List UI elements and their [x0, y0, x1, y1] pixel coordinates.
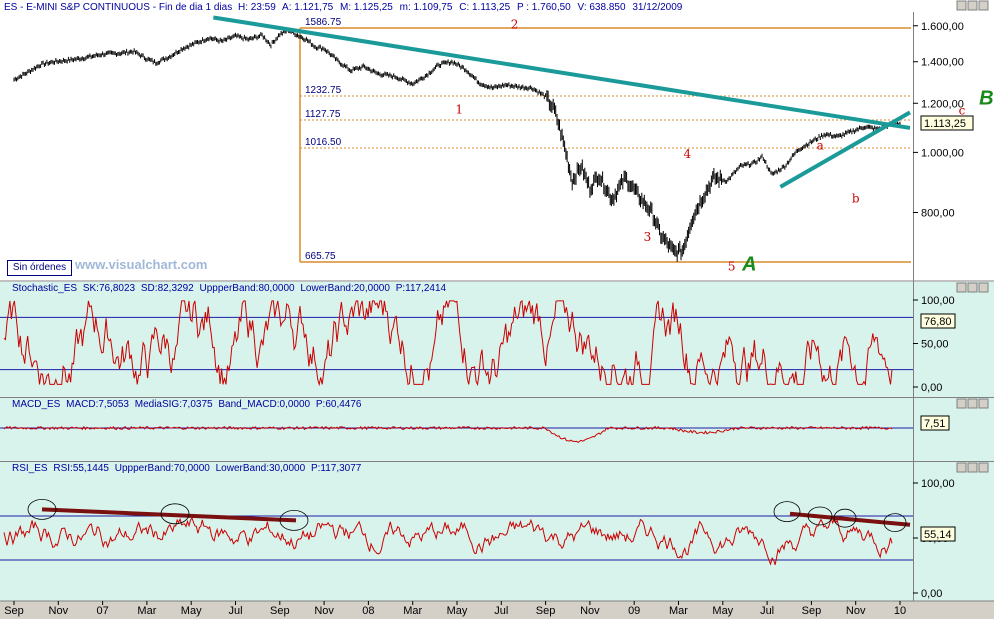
rsi-tick-label: 0,00	[921, 588, 942, 600]
time-label: May	[447, 605, 468, 617]
stoch-current-label: 76,80	[924, 316, 952, 328]
header-a: 1.121,75	[294, 2, 333, 13]
time-label: Jul	[494, 605, 508, 617]
time-label: 10	[894, 605, 906, 617]
wave-label: b	[852, 192, 860, 206]
stoch-current-tag: 76,80	[920, 313, 956, 329]
wave-label: 1	[455, 103, 463, 117]
wave-label: 2	[511, 17, 519, 31]
time-label: Sep	[802, 605, 822, 617]
time-label: Sep	[536, 605, 556, 617]
time-label: Nov	[314, 605, 334, 617]
fib-level-label: 1127.75	[305, 109, 341, 120]
time-label: 09	[628, 605, 640, 617]
price-current-tag: 1.113,25	[920, 115, 974, 131]
header-p: 1.760,50	[532, 2, 571, 13]
header-v-label: V:	[578, 2, 587, 13]
header-symbol: ES - E-MINI S&P CONTINUOUS - Fin de dia …	[4, 2, 232, 13]
time-label: Jul	[228, 605, 242, 617]
header-c: 1.113,25	[472, 2, 511, 13]
time-label: Sep	[4, 605, 24, 617]
time-label: Sep	[270, 605, 290, 617]
fib-level-label: 1016.50	[305, 137, 342, 148]
header-h-label: H:	[238, 2, 248, 13]
time-label: May	[712, 605, 733, 617]
fib-level-label: 1586.75	[305, 17, 342, 28]
wave-label: 4	[684, 147, 692, 161]
fib-level-label: 665.75	[305, 251, 336, 262]
header-mm-label: m:	[400, 2, 411, 13]
current-price-label: 1.113,25	[924, 118, 966, 130]
stoch-tick-label: 50,00	[921, 339, 949, 351]
big-wave-label: B	[979, 87, 993, 109]
time-label: Nov	[580, 605, 600, 617]
wave-label: 5	[728, 260, 736, 274]
time-label: 08	[362, 605, 374, 617]
price-tick-label: 1.600,00	[921, 21, 964, 33]
header-a-label: A:	[282, 2, 291, 13]
header-info: ES - E-MINI S&P CONTINUOUS - Fin de dia …	[4, 2, 683, 13]
price-tick-label: 800,00	[921, 208, 955, 220]
rsi-tick-label: 100,00	[921, 478, 955, 490]
rsi-current-label: 55,14	[924, 529, 952, 541]
time-label: Nov	[846, 605, 866, 617]
stoch-tick-label: 100,00	[921, 295, 955, 307]
price-axis-bg	[913, 12, 994, 280]
rsi-current-tag: 55,14	[920, 526, 956, 542]
price-tick-label: 1.000,00	[921, 147, 964, 159]
header-v: 638.850	[589, 2, 626, 13]
price-tick-label: 1.400,00	[921, 57, 964, 69]
time-label: May	[181, 605, 202, 617]
chart-canvas: ES - E-MINI S&P CONTINUOUS - Fin de dia …	[0, 0, 994, 619]
header-m: 1.125,25	[354, 2, 393, 13]
header-h: 23:59	[251, 2, 276, 13]
big-wave-label: A	[741, 254, 756, 276]
brand-watermark: www.visualchart.com	[75, 257, 208, 272]
price-tick-label: 1.200,00	[921, 98, 964, 110]
time-label: Nov	[49, 605, 69, 617]
header-date: 31/12/2009	[632, 2, 682, 13]
orders-button[interactable]: Sin órdenes	[7, 260, 72, 276]
macd-current-tag: 7,51	[920, 415, 950, 431]
header-m-label: M:	[340, 2, 351, 13]
header-mm: 1.109,75	[414, 2, 453, 13]
wave-label: 3	[644, 230, 652, 244]
stoch-tick-label: 0,00	[921, 382, 942, 394]
macd-current-label: 7,51	[924, 418, 945, 430]
time-label: Mar	[669, 605, 688, 617]
header-c-label: C:	[459, 2, 469, 13]
time-label: Jul	[760, 605, 774, 617]
header-p-label: P :	[517, 2, 529, 13]
stoch-header: Stochastic_ES SK:76,8023 SD:82,3292 Uppp…	[12, 283, 447, 294]
time-label: 07	[96, 605, 108, 617]
fib-level-label: 1232.75	[305, 85, 342, 96]
time-label: Mar	[403, 605, 422, 617]
wave-label: a	[817, 139, 824, 153]
time-label: Mar	[137, 605, 156, 617]
